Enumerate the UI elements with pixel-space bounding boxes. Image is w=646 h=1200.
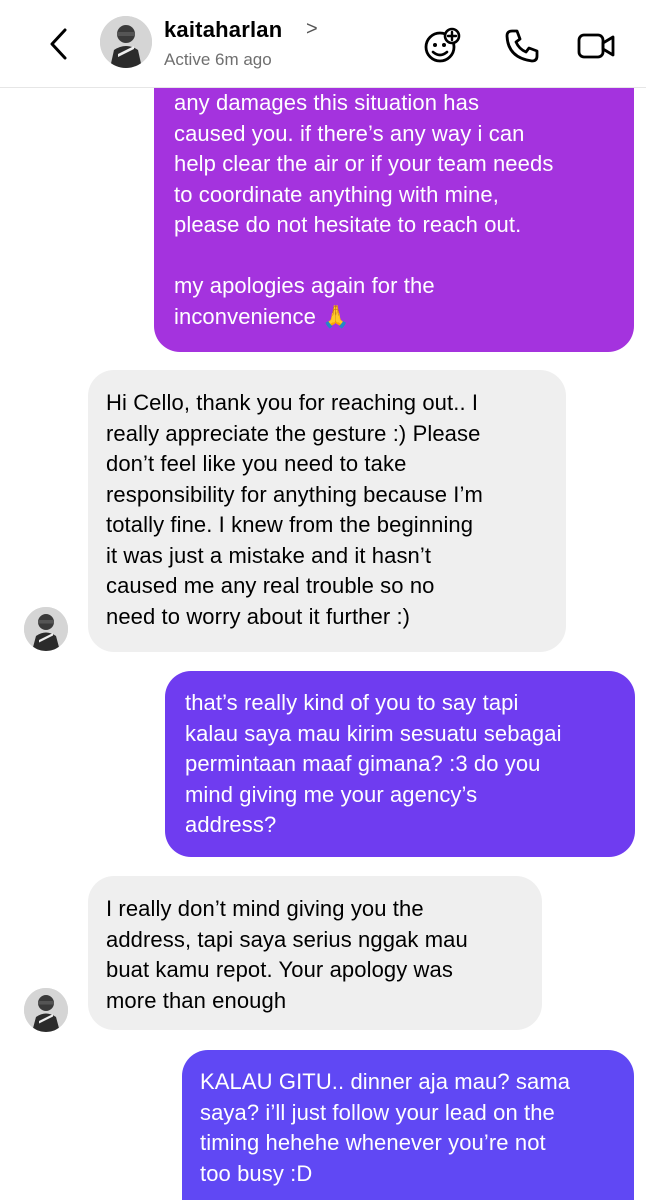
chevron-left-icon <box>50 28 67 60</box>
profile-photo <box>24 988 68 1032</box>
outgoing-message[interactable]: any damages this situation has caused yo… <box>154 50 634 352</box>
profile-photo <box>24 607 68 651</box>
sender-avatar[interactable] <box>24 988 68 1032</box>
audio-call-button[interactable] <box>500 24 544 68</box>
video-camera-icon <box>577 33 615 59</box>
profile-photo <box>100 16 152 68</box>
sticker-plus-button[interactable] <box>420 24 464 68</box>
video-call-button[interactable] <box>574 24 618 68</box>
incoming-message[interactable]: Hi Cello, thank you for reaching out.. I… <box>88 370 566 652</box>
sticker-plus-icon <box>424 27 461 63</box>
chat-username[interactable]: kaitaharlan <box>164 17 282 43</box>
incoming-message[interactable]: I really don’t mind giving you the addre… <box>88 876 542 1030</box>
sender-avatar[interactable] <box>24 607 68 651</box>
outgoing-message[interactable]: that’s really kind of you to say tapi ka… <box>165 671 635 857</box>
avatar[interactable] <box>100 16 152 68</box>
chat-header: kaitaharlan > Active 6m ago <box>0 0 646 88</box>
back-button[interactable] <box>38 22 78 66</box>
username-chevron-icon[interactable]: > <box>306 18 318 41</box>
active-status: Active 6m ago <box>164 50 272 69</box>
outgoing-message[interactable]: KALAU GITU.. dinner aja mau? sama saya? … <box>182 1050 634 1200</box>
phone-icon <box>505 29 539 63</box>
